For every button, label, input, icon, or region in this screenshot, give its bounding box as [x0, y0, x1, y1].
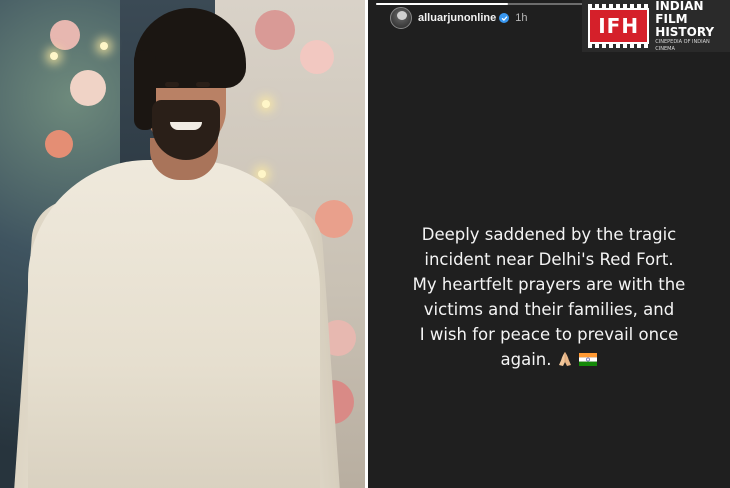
- ifh-logo: IFH INDIAN FILM HISTORY CINEPEDIA OF IND…: [582, 0, 730, 52]
- flower-decoration: [255, 10, 295, 50]
- person-sweater: [28, 160, 320, 488]
- flower-decoration: [70, 70, 106, 106]
- ifh-logo-line: FILM: [655, 11, 688, 26]
- story-progress-fill: [376, 3, 508, 5]
- person-smile: [170, 122, 202, 130]
- caption-line-text: again.: [500, 350, 552, 369]
- fairy-light: [100, 42, 108, 50]
- caption-line: My heartfelt prayers are with the: [412, 275, 686, 294]
- caption-line: victims and their families, and: [423, 300, 675, 319]
- story-username[interactable]: alluarjunonline: [418, 12, 496, 24]
- folded-hands-icon: [559, 352, 572, 366]
- india-flag-icon: [579, 353, 598, 366]
- person-eye: [165, 82, 179, 87]
- ifh-logo-line: INDIAN: [655, 0, 704, 13]
- profile-avatar[interactable]: [390, 7, 412, 29]
- verified-badge-icon: [499, 13, 510, 23]
- story-timestamp: 1h: [515, 12, 528, 24]
- actor-photo: [0, 0, 365, 488]
- ifh-logo-badge: IFH: [588, 4, 650, 48]
- fairy-light: [50, 52, 58, 60]
- caption-line: Deeply saddened by the tragic: [421, 225, 677, 244]
- story-progress-bar: [376, 3, 596, 5]
- story-caption: Deeply saddened by the tragic incident n…: [378, 222, 720, 372]
- instagram-story[interactable]: alluarjunonline 1h IFH INDIAN FILM HISTO…: [368, 0, 730, 488]
- flower-decoration: [300, 40, 334, 74]
- flower-decoration: [50, 20, 80, 50]
- ifh-logo-abbr: IFH: [598, 14, 640, 38]
- ifh-logo-tagline: CINEPEDIA OF INDIAN CINEMA: [655, 38, 710, 52]
- ifh-logo-line: HISTORY: [655, 24, 715, 39]
- caption-line: incident near Delhi's Red Fort.: [424, 250, 674, 269]
- caption-line-last: again.: [378, 347, 720, 372]
- fairy-light: [258, 170, 266, 178]
- story-header: alluarjunonline 1h: [390, 6, 527, 30]
- flower-decoration: [45, 130, 73, 158]
- person-eye: [196, 82, 210, 87]
- ifh-logo-wordmark: INDIAN FILM HISTORY CINEPEDIA OF INDIAN …: [655, 0, 730, 53]
- caption-line: I wish for peace to prevail once: [419, 325, 679, 344]
- fairy-light: [262, 100, 270, 108]
